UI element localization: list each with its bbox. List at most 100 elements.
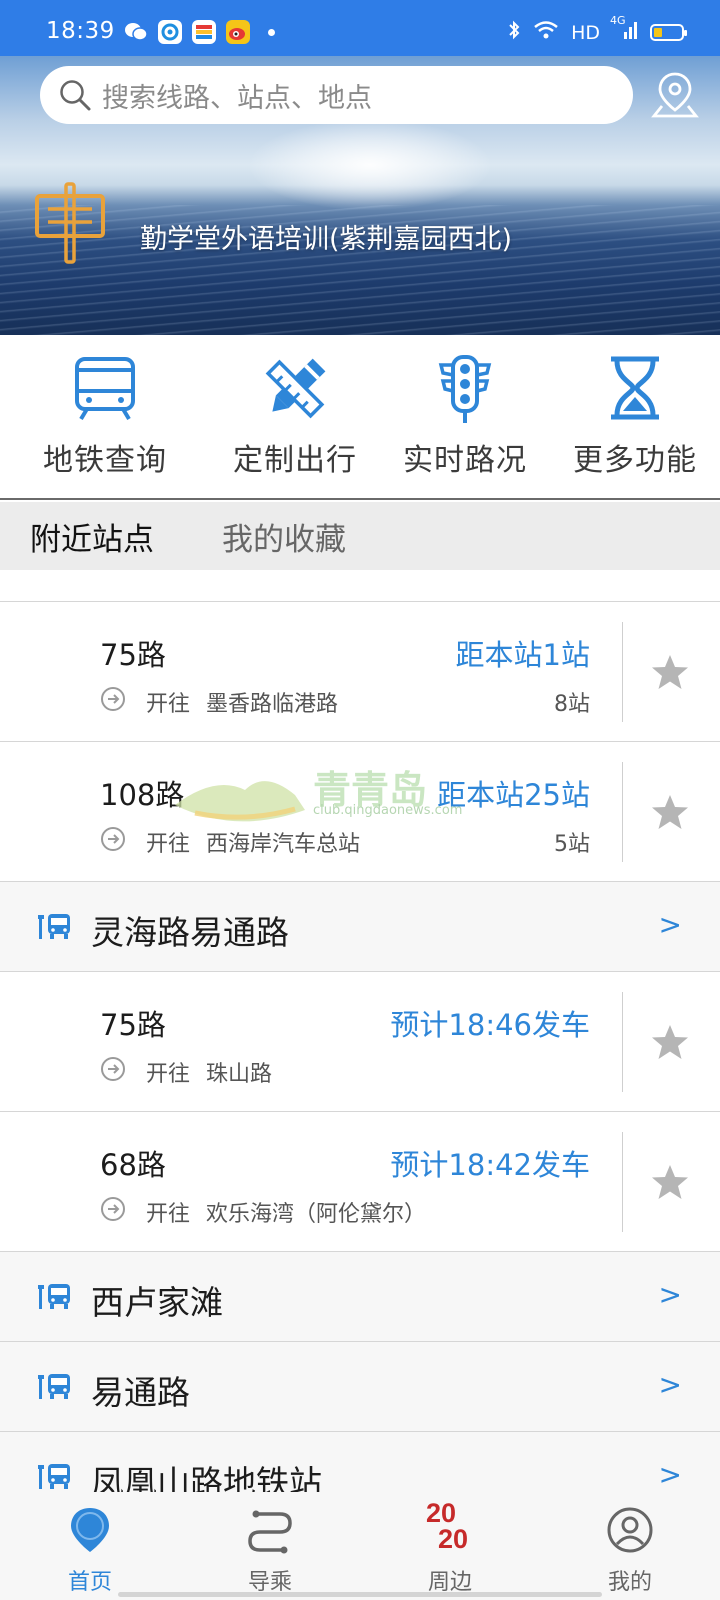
bluetooth-icon xyxy=(507,20,521,45)
feature-label: 实时路况 xyxy=(403,443,527,478)
year-2020-icon: 20 20 xyxy=(426,1498,469,1554)
weibo-icon xyxy=(226,20,250,44)
station-row[interactable]: 易通路 > xyxy=(0,1342,720,1432)
nav-nearby[interactable]: 20 20 周边 xyxy=(360,1492,540,1600)
status-indicators: HD 4G xyxy=(507,14,687,45)
status-bar: 18:39 HD 4G xyxy=(0,0,720,56)
list-item-partial xyxy=(0,570,720,602)
tab-nearby[interactable]: 附近站点 xyxy=(28,514,160,581)
station-row[interactable]: 西卢家滩 > xyxy=(0,1252,720,1342)
feature-label: 地铁查询 xyxy=(43,443,167,478)
feature-label: 定制出行 xyxy=(233,443,357,478)
signal-icon: 4G xyxy=(610,14,638,45)
tab-favorites[interactable]: 我的收藏 xyxy=(222,514,346,559)
traffic-light-icon xyxy=(438,355,492,423)
feature-more[interactable]: 更多功能 xyxy=(550,335,720,500)
route-destination: 欢乐海湾（阿伦黛尔） xyxy=(206,1202,427,1227)
tab-bar: 附近站点 我的收藏 xyxy=(0,502,720,581)
route-row[interactable]: 75路 预计18:46发车 开往 珠山路 xyxy=(0,972,720,1112)
chevron-right-icon: > xyxy=(658,908,682,941)
current-station-label[interactable]: 勤学堂外语培训(紫荆嘉园西北) xyxy=(140,217,512,256)
route-arrival-info: 距本站25站 xyxy=(437,778,590,812)
station-name: 凤凰山路地铁站 xyxy=(91,1463,322,1492)
route-name: 108路 xyxy=(100,778,185,812)
battery-icon xyxy=(650,24,687,41)
nav-mine[interactable]: 我的 xyxy=(540,1492,720,1600)
pencil-ruler-icon xyxy=(265,358,326,419)
direction-arrow-icon xyxy=(101,1057,125,1081)
direction-label: 开往 xyxy=(146,1202,191,1227)
chevron-right-icon: > xyxy=(658,1458,682,1491)
chevron-right-icon: > xyxy=(658,1278,682,1311)
app-circle-icon xyxy=(158,20,182,44)
route-stops: 5站 xyxy=(554,832,590,857)
favorite-star-icon[interactable] xyxy=(650,1162,690,1202)
favorite-star-icon[interactable] xyxy=(650,1022,690,1062)
route-row[interactable]: 68路 预计18:42发车 开往 欢乐海湾（阿伦黛尔） xyxy=(0,1112,720,1252)
sun-glow xyxy=(250,120,490,210)
route-arrival-info: 距本站1站 xyxy=(455,638,590,672)
search-placeholder: 搜索线路、站点、地点 xyxy=(102,82,372,114)
status-time: 18:39 xyxy=(46,18,115,44)
route-name: 75路 xyxy=(100,1008,166,1042)
feature-traffic[interactable]: 实时路况 xyxy=(380,335,550,500)
wechat-icon xyxy=(124,20,148,44)
chevron-right-icon: > xyxy=(658,1368,682,1401)
route-arrival-info: 预计18:42发车 xyxy=(390,1148,590,1182)
direction-arrow-icon xyxy=(101,687,125,711)
direction-label: 开往 xyxy=(146,692,191,717)
station-row[interactable]: 灵海路易通路 > xyxy=(0,882,720,972)
bus-stop-icon xyxy=(38,1284,70,1309)
nav-label: 首页 xyxy=(67,1570,112,1595)
bus-stop-icon xyxy=(38,914,70,939)
route-destination: 西海岸汽车总站 xyxy=(206,832,361,857)
divider xyxy=(622,992,623,1092)
map-location-icon[interactable] xyxy=(650,70,700,120)
network-label: HD xyxy=(571,21,600,44)
bus-stop-icon xyxy=(38,1374,70,1399)
divider xyxy=(622,762,623,862)
favorite-star-icon[interactable] xyxy=(650,652,690,692)
home-indicator xyxy=(118,1592,602,1597)
bottom-nav: 首页 导乘 20 20 周边 我的 xyxy=(0,1492,720,1600)
hourglass-icon xyxy=(611,356,659,420)
route-icon xyxy=(248,1510,292,1554)
divider xyxy=(622,1132,623,1232)
hero-banner: 18:39 HD 4G 搜索线路、站点、地点 勤学堂外语培训(紫荆嘉园西北) xyxy=(0,0,720,335)
nav-label: 我的 xyxy=(607,1570,652,1595)
station-row[interactable]: 凤凰山路地铁站 > xyxy=(0,1432,720,1492)
nav-guide[interactable]: 导乘 xyxy=(180,1492,360,1600)
feature-label: 更多功能 xyxy=(573,443,697,478)
divider xyxy=(622,622,623,722)
nav-home[interactable]: 首页 xyxy=(0,1492,180,1600)
direction-arrow-icon xyxy=(101,827,125,851)
subway-icon xyxy=(75,357,135,421)
route-name: 75路 xyxy=(100,638,166,672)
direction-label: 开往 xyxy=(146,832,191,857)
route-name: 68路 xyxy=(100,1148,166,1182)
feature-subway[interactable]: 地铁查询 xyxy=(0,335,210,500)
feature-grid: 地铁查询 定制出行 实时路况 更多功能 xyxy=(0,335,720,500)
user-icon xyxy=(607,1507,653,1553)
station-name: 西卢家滩 xyxy=(91,1283,223,1322)
route-row[interactable]: 108路 距本站25站 开往 西海岸汽车总站 5站 xyxy=(0,742,720,882)
bus-stop-icon xyxy=(38,1464,70,1489)
search-bar[interactable]: 搜索线路、站点、地点 xyxy=(40,66,633,124)
route-destination: 珠山路 xyxy=(206,1062,273,1087)
station-name: 易通路 xyxy=(91,1373,190,1412)
direction-label: 开往 xyxy=(146,1062,191,1087)
wallet-app-icon xyxy=(192,20,216,44)
nearby-list: 75路 距本站1站 开往 墨香路临港路 8站 108路 距本站25站 开往 西海… xyxy=(0,570,720,1492)
favorite-star-icon[interactable] xyxy=(650,792,690,832)
route-stops: 8站 xyxy=(554,692,590,717)
location-pin-icon xyxy=(71,1508,109,1552)
route-row[interactable]: 75路 距本站1站 开往 墨香路临港路 8站 xyxy=(0,602,720,742)
status-notifications xyxy=(124,20,275,44)
bus-stop-sign-icon xyxy=(35,182,105,264)
feature-custom-trip[interactable]: 定制出行 xyxy=(210,335,380,500)
route-arrival-info: 预计18:46发车 xyxy=(390,1008,590,1042)
wifi-icon xyxy=(533,20,559,45)
more-notifications-dot xyxy=(268,28,275,36)
station-name: 灵海路易通路 xyxy=(91,913,289,952)
route-destination: 墨香路临港路 xyxy=(206,692,339,717)
